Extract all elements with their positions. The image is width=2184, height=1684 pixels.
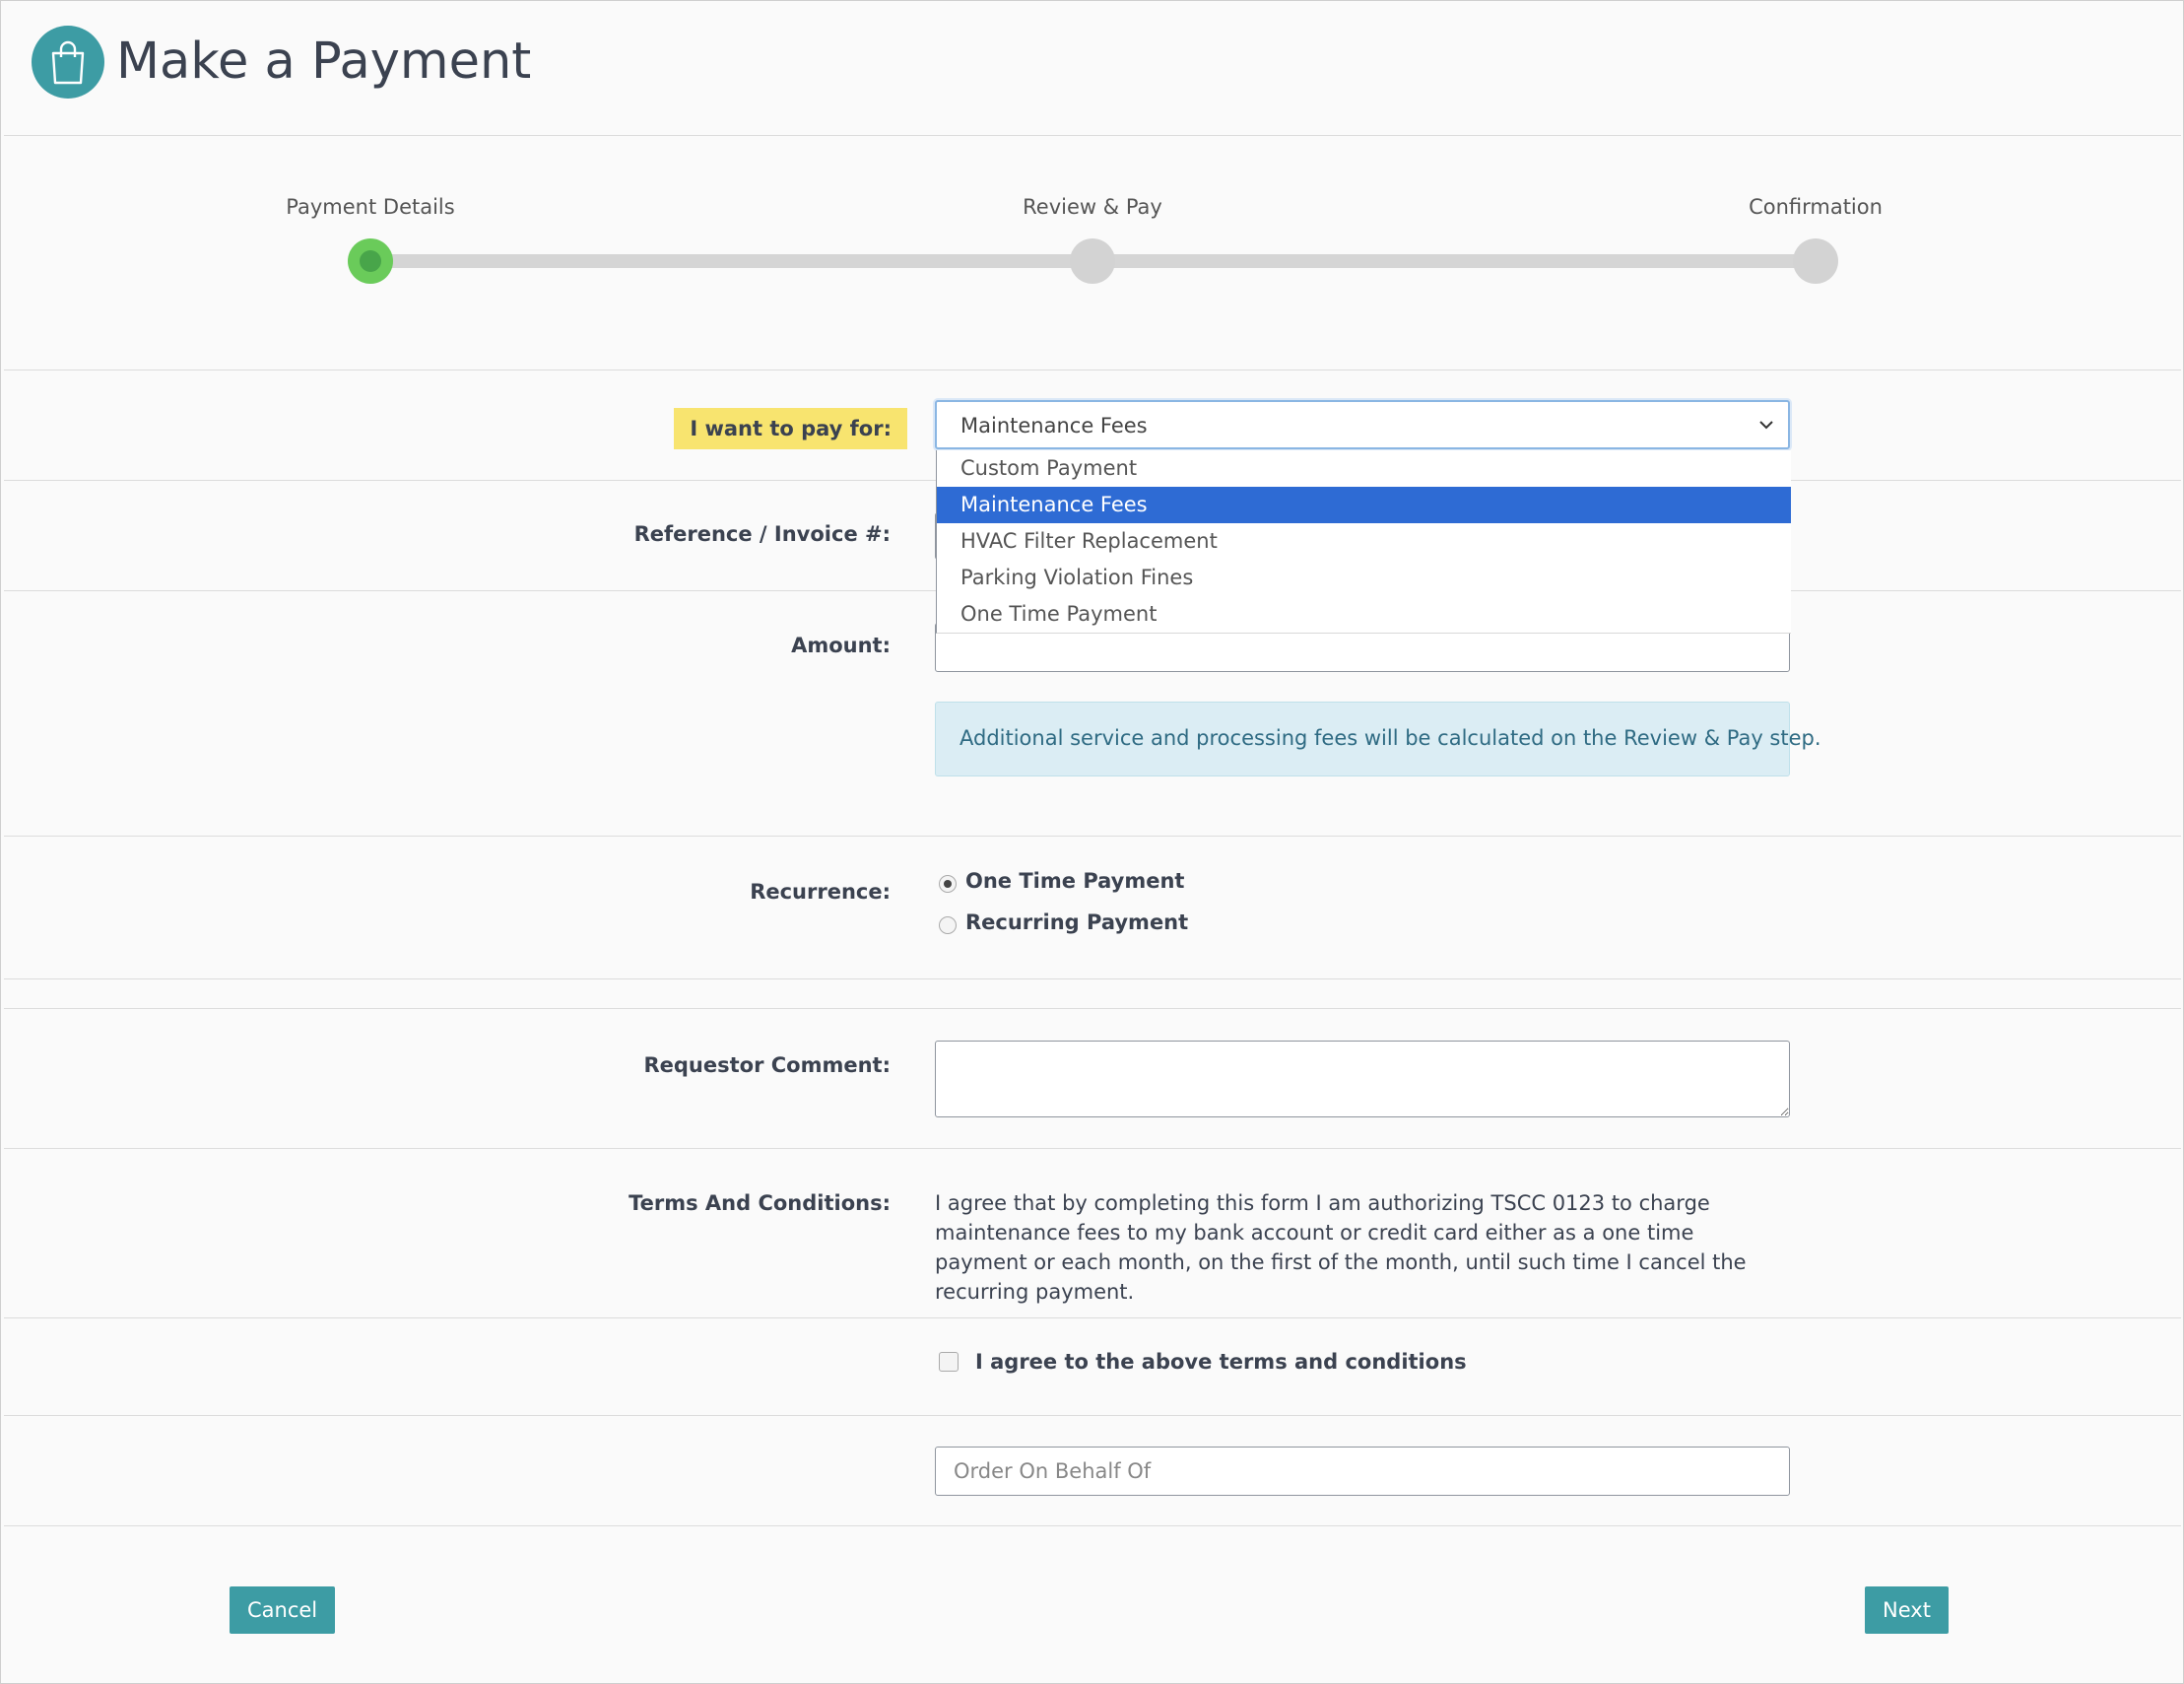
step-dot-payment-details (348, 238, 393, 284)
requestor-comment-textarea[interactable] (935, 1041, 1790, 1117)
chevron-down-icon (1759, 421, 1773, 430)
option-one-time-payment[interactable]: One Time Payment (937, 596, 1791, 633)
option-hvac-filter-replacement[interactable]: HVAC Filter Replacement (937, 523, 1791, 560)
option-parking-violation-fines[interactable]: Parking Violation Fines (937, 560, 1791, 596)
pay-for-dropdown-list: Custom Payment Maintenance Fees HVAC Fil… (936, 450, 1791, 634)
page-title: Make a Payment (116, 33, 532, 91)
radio-label-recurring-payment[interactable]: Recurring Payment (965, 910, 1188, 934)
order-on-behalf-of-input[interactable] (935, 1447, 1790, 1496)
radio-one-time-payment[interactable] (939, 875, 957, 893)
amount-label: Amount: (791, 634, 891, 657)
reference-label: Reference / Invoice #: (633, 522, 891, 546)
pay-for-label: I want to pay for: (674, 408, 907, 449)
divider (4, 135, 2181, 136)
radio-label-one-time-payment[interactable]: One Time Payment (965, 869, 1184, 893)
cancel-button[interactable]: Cancel (230, 1586, 336, 1634)
divider (4, 836, 2181, 837)
divider (4, 978, 2181, 979)
divider (4, 1008, 2181, 1009)
option-custom-payment[interactable]: Custom Payment (937, 450, 1791, 487)
recurrence-label: Recurrence: (750, 880, 891, 904)
divider (4, 1525, 2181, 1526)
step-dot-confirmation (1793, 238, 1838, 284)
divider (4, 1415, 2181, 1416)
divider (4, 1148, 2181, 1149)
shopping-bag-icon (32, 26, 104, 99)
terms-text: I agree that by completing this form I a… (935, 1191, 1747, 1304)
step-dot-review-pay (1070, 238, 1115, 284)
agree-terms-label[interactable]: I agree to the above terms and condition… (975, 1350, 1467, 1374)
radio-recurring-payment[interactable] (939, 916, 957, 934)
fees-notice-text: Additional service and processing fees w… (960, 726, 1821, 750)
agree-terms-checkbox[interactable] (939, 1352, 959, 1372)
divider (4, 1317, 2181, 1318)
pay-for-selected-value: Maintenance Fees (960, 414, 1148, 438)
step-label-review-pay: Review & Pay (1023, 195, 1162, 219)
pay-for-select[interactable]: Maintenance Fees (935, 400, 1790, 449)
option-maintenance-fees[interactable]: Maintenance Fees (937, 487, 1791, 523)
terms-label: Terms And Conditions: (629, 1191, 891, 1215)
fees-notice: Additional service and processing fees w… (935, 702, 1821, 776)
next-button[interactable]: Next (1865, 1586, 1949, 1634)
step-label-payment-details: Payment Details (286, 195, 455, 219)
comment-label: Requestor Comment: (643, 1053, 891, 1077)
step-label-confirmation: Confirmation (1749, 195, 1883, 219)
